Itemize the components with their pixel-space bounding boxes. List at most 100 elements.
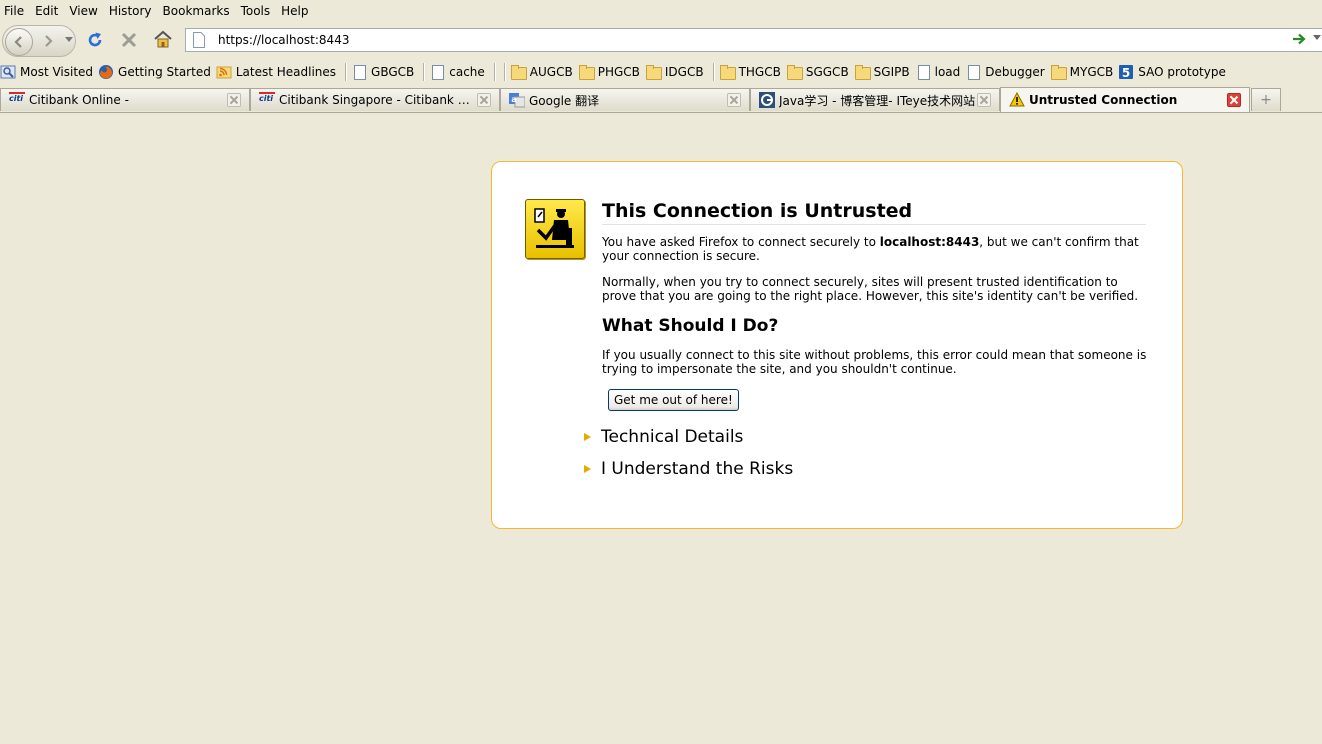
separator (712, 63, 715, 81)
tab-citibank-singapore[interactable]: citi Citibank Singapore - Citibank Onlin… (250, 88, 500, 111)
tab-title: Google 翻译 (529, 93, 600, 108)
bookmark-sgipb[interactable]: SGIPB (854, 61, 915, 83)
reload-icon[interactable] (86, 31, 104, 49)
firefox-icon (98, 64, 114, 80)
untrusted-connection-icon (525, 199, 585, 259)
bookmark-idgcb[interactable]: IDGCB (645, 61, 709, 83)
bookmark-latest-headlines[interactable]: Latest Headlines (216, 61, 341, 83)
bookmark-label: Latest Headlines (235, 65, 337, 79)
bookmark-load[interactable]: load (915, 61, 966, 83)
bookmark-mygcb[interactable]: MYGCB (1050, 61, 1119, 83)
expander-label: I Understand the Risks (601, 459, 794, 479)
google-translate-icon: a (509, 92, 526, 108)
bookmark-label: PHGCB (597, 65, 640, 79)
error-explanation: Normally, when you try to connect secure… (602, 275, 1139, 303)
page-icon (915, 64, 931, 80)
menu-file[interactable]: File (0, 1, 30, 21)
folder-icon (719, 64, 736, 80)
back-forward-group (2, 25, 76, 57)
navigation-toolbar: https://localhost:8443 (0, 23, 1322, 57)
menu-bar: File Edit View History Bookmarks Tools H… (0, 0, 1322, 22)
expand-triangle-icon (584, 465, 591, 473)
url-bar[interactable]: https://localhost:8443 (185, 28, 1322, 52)
most-visited-icon (0, 64, 16, 80)
bookmark-sggcb[interactable]: SGGCB (786, 61, 854, 83)
iteye-icon (759, 92, 775, 108)
bookmark-label: MYGCB (1069, 65, 1114, 79)
what-to-do-heading: What Should I Do? (602, 316, 779, 336)
bookmark-label: Most Visited (20, 65, 94, 79)
desc-text-before: You have asked Firefox to connect secure… (602, 235, 880, 249)
stop-icon[interactable] (120, 31, 138, 49)
folder-icon (786, 64, 803, 80)
new-tab-button[interactable]: + (1251, 88, 1281, 111)
understand-risks-expander[interactable]: I Understand the Risks (584, 459, 793, 479)
page-icon (965, 64, 981, 80)
bookmark-phgcb[interactable]: PHGCB (578, 61, 645, 83)
bookmark-most-visited[interactable]: Most Visited (0, 61, 98, 83)
error-description: You have asked Firefox to connect secure… (602, 235, 1147, 263)
bookmark-label: THGCB (738, 65, 781, 79)
tab-close-button[interactable] (1227, 93, 1241, 107)
bookmark-augcb[interactable]: AUGCB (510, 61, 578, 83)
menu-edit[interactable]: Edit (30, 1, 64, 21)
bookmark-label: Debugger (985, 65, 1045, 79)
expand-triangle-icon (584, 433, 591, 441)
tab-close-button[interactable] (227, 93, 241, 107)
bookmark-label: AUGCB (529, 65, 573, 79)
page-icon (193, 32, 205, 48)
url-text[interactable]: https://localhost:8443 (218, 33, 349, 47)
home-icon[interactable] (153, 30, 173, 48)
tab-citibank-online[interactable]: citi Citibank Online - (0, 88, 250, 111)
tab-strip: citi Citibank Online - citi Citibank Sin… (0, 86, 1322, 113)
citi-icon: citi (259, 92, 275, 108)
what-to-do-text: If you usually connect to this site with… (602, 348, 1147, 376)
folder-icon (510, 64, 527, 80)
back-icon (14, 36, 22, 48)
tab-google-translate[interactable]: a Google 翻译 (500, 88, 750, 111)
tab-title: Java学习 - 博客管理- ITeye技术网站 (779, 93, 976, 108)
rss-icon (216, 64, 232, 80)
bookmark-getting-started[interactable]: Getting Started (98, 61, 216, 83)
menu-help[interactable]: Help (276, 1, 314, 21)
host-name: localhost:8443 (879, 235, 980, 249)
bookmark-thgcb[interactable]: THGCB (719, 61, 786, 83)
bookmark-label: SGIPB (873, 65, 910, 79)
back-button[interactable] (5, 28, 33, 56)
folder-icon (854, 64, 871, 80)
menu-history[interactable]: History (104, 1, 158, 21)
tab-close-button[interactable] (477, 93, 491, 107)
bookmark-label: load (934, 65, 961, 79)
folder-icon (1050, 64, 1067, 80)
separator (503, 63, 506, 81)
separator (493, 63, 496, 81)
folder-icon (578, 64, 595, 80)
separator (345, 63, 348, 81)
bookmark-label: SAO prototype (1138, 65, 1226, 79)
menu-tools[interactable]: Tools (236, 1, 277, 21)
forward-icon[interactable] (41, 34, 55, 48)
bookmark-sao-prototype[interactable]: 5 SAO prototype (1118, 61, 1231, 83)
tab-close-button[interactable] (727, 93, 741, 107)
tab-iteye[interactable]: Java学习 - 博客管理- ITeye技术网站 (750, 88, 1000, 111)
error-title: This Connection is Untrusted (602, 200, 1146, 225)
tab-untrusted-connection[interactable]: Untrusted Connection (1000, 87, 1250, 112)
history-dropdown-icon[interactable] (65, 37, 73, 43)
url-dropdown-icon[interactable] (1313, 35, 1321, 41)
bookmark-gbgcb[interactable]: GBGCB (351, 61, 419, 83)
error-page-container: This Connection is Untrusted You have as… (491, 161, 1183, 529)
bookmarks-toolbar: Most Visited Getting Started Latest Head… (0, 60, 1322, 84)
menu-bookmarks[interactable]: Bookmarks (158, 1, 236, 21)
svg-text:a: a (511, 95, 516, 104)
go-icon[interactable] (1292, 33, 1306, 45)
menu-view[interactable]: View (64, 1, 103, 21)
tab-title: Citibank Singapore - Citibank Onlin... (279, 93, 477, 107)
bookmark-label: Getting Started (118, 65, 211, 79)
bookmark-cache[interactable]: cache (429, 61, 490, 83)
tab-close-button[interactable] (977, 93, 991, 107)
bookmark-debugger[interactable]: Debugger (965, 61, 1049, 83)
warning-icon (1009, 91, 1025, 108)
expander-label: Technical Details (601, 427, 744, 447)
get-me-out-button[interactable]: Get me out of here! (608, 389, 739, 411)
technical-details-expander[interactable]: Technical Details (584, 427, 743, 447)
